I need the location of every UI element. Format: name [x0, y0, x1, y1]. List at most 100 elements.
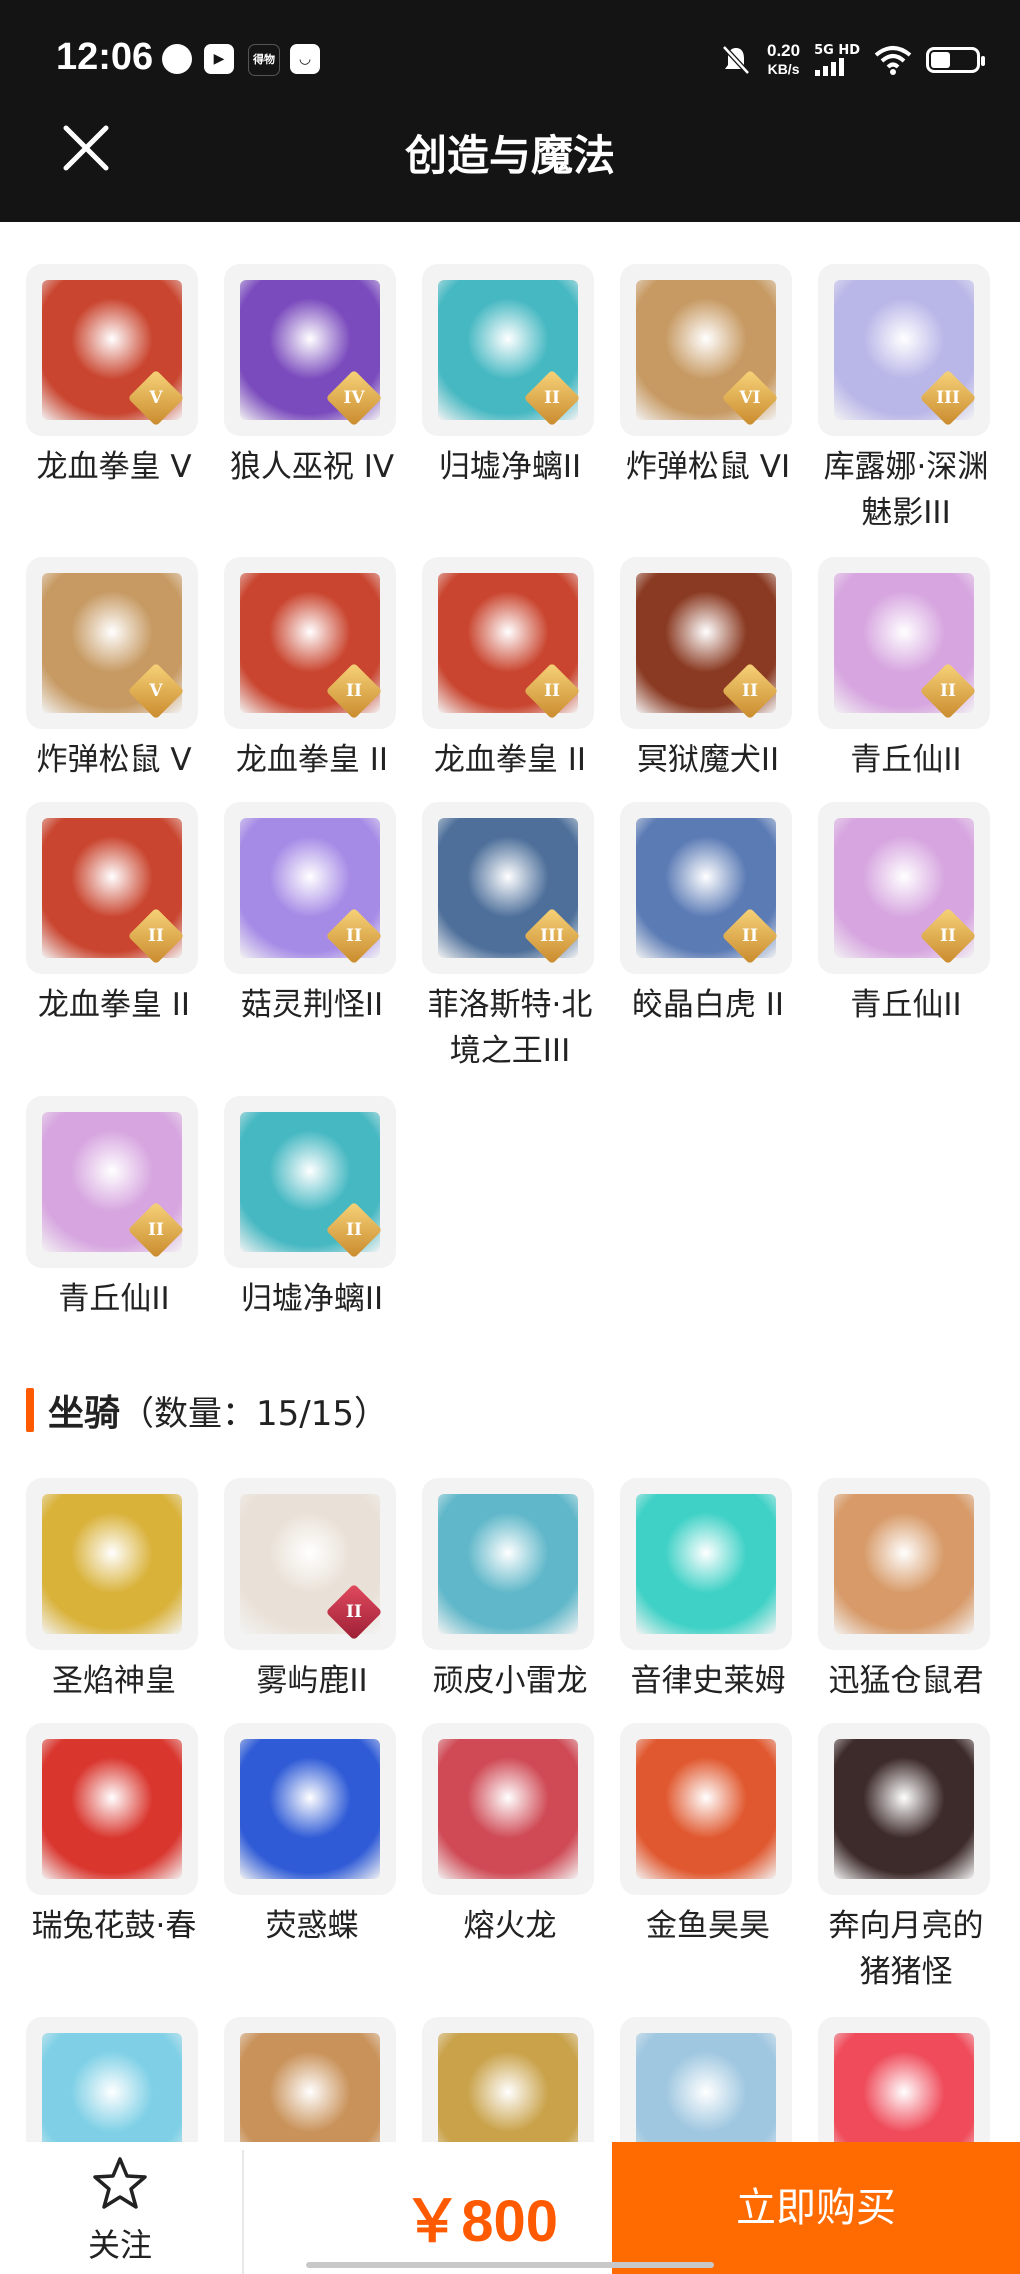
mount-name: 雾屿鹿II — [256, 1663, 368, 1699]
level-badge: II — [325, 662, 383, 720]
status-bar: 12:06 ▶ 得物 ◡ 0.20 KB/s 5G HD — [0, 0, 1020, 118]
level-badge-text: II — [148, 926, 164, 946]
pet-tile[interactable]: II 青丘仙II — [26, 1096, 202, 1322]
buy-now-button[interactable]: 立即购买 — [612, 2142, 1020, 2274]
status-time: 12:06 — [56, 36, 154, 78]
pet-name: 归墟净螭II — [438, 449, 582, 485]
mount-tile[interactable]: 顽皮小雷龙 — [422, 1478, 598, 1704]
pet-tile[interactable]: V 龙血拳皇 V — [26, 264, 202, 490]
pet-name: 青丘仙II — [850, 987, 962, 1023]
mount-card — [620, 1723, 792, 1895]
pet-card: VI — [620, 264, 792, 436]
pet-tile[interactable]: II 皎晶白虎 II — [620, 802, 796, 1028]
mount-thumbnail — [438, 1739, 578, 1879]
level-badge: III — [523, 907, 581, 965]
signal-icon — [815, 58, 845, 76]
level-badge-text: II — [742, 681, 758, 701]
pet-tile[interactable]: II 龙血拳皇 II — [26, 802, 202, 1028]
level-badge-text: II — [346, 1602, 362, 1622]
pet-card: IV — [224, 264, 396, 436]
pet-tile[interactable]: II 归墟净螭II — [422, 264, 598, 490]
pet-card: II — [620, 557, 792, 729]
pet-tile[interactable]: II 冥狱魔犬II — [620, 557, 796, 783]
level-badge-text: II — [544, 681, 560, 701]
pet-name: 菇灵荆怪II — [240, 987, 384, 1023]
media-icon: ▶ — [204, 44, 234, 74]
pet-tile[interactable]: II 龙血拳皇 II — [422, 557, 598, 783]
pet-name: 龙血拳皇 II — [235, 742, 389, 778]
level-badge-text: III — [540, 926, 564, 946]
pet-tile[interactable]: II 青丘仙II — [818, 557, 994, 783]
pet-name: 青丘仙II — [58, 1281, 170, 1317]
pet-card: V — [26, 264, 198, 436]
net-speed: 0.20 KB/s — [767, 42, 800, 78]
mount-tile[interactable]: 荧惑蝶 — [224, 1723, 400, 1949]
level-badge: II — [721, 907, 779, 965]
pet-tile[interactable]: V 炸弹松鼠 V — [26, 557, 202, 783]
battery-icon — [926, 47, 985, 73]
level-badge: V — [127, 662, 185, 720]
mount-card: II — [224, 1478, 396, 1650]
level-badge: IV — [325, 369, 383, 427]
mute-icon — [722, 45, 750, 75]
pet-tile[interactable]: III 菲洛斯特·北境之王III — [422, 802, 598, 1074]
mount-thumbnail — [438, 1494, 578, 1634]
mount-tile[interactable]: II 雾屿鹿II — [224, 1478, 400, 1704]
level-badge-text: VI — [739, 388, 761, 408]
page-title: 创造与魔法 — [404, 131, 615, 180]
pet-name: 库露娜·深渊魅影III — [823, 449, 989, 531]
level-badge: II — [523, 369, 581, 427]
pet-tile[interactable]: VI 炸弹松鼠 VI — [620, 264, 796, 490]
mount-thumbnail — [240, 1739, 380, 1879]
mount-tile[interactable]: 迅猛仓鼠君 — [818, 1478, 994, 1704]
level-badge-text: II — [742, 926, 758, 946]
pet-name: 龙血拳皇 II — [433, 742, 587, 778]
level-badge: II — [127, 1201, 185, 1259]
mount-card — [422, 1478, 594, 1650]
pet-name: 炸弹松鼠 VI — [625, 449, 791, 485]
pet-tile[interactable]: II 菇灵荆怪II — [224, 802, 400, 1028]
level-badge-text: II — [148, 1220, 164, 1240]
level-badge: II — [523, 662, 581, 720]
mount-card — [818, 1723, 990, 1895]
pet-card: V — [26, 557, 198, 729]
pet-tile[interactable]: II 龙血拳皇 II — [224, 557, 400, 783]
pet-card: II — [818, 802, 990, 974]
follow-button[interactable]: 关注 — [0, 2142, 240, 2274]
section-count: （数量：15/15） — [120, 1393, 388, 1434]
pet-tile[interactable]: II 归墟净螭II — [224, 1096, 400, 1322]
level-badge: II — [919, 662, 977, 720]
network-type: 5G HD — [814, 43, 860, 58]
mount-tile[interactable]: 瑞兔花鼓·春 — [26, 1723, 202, 1949]
mount-tile[interactable]: 熔火龙 — [422, 1723, 598, 1949]
level-badge: III — [919, 369, 977, 427]
level-badge-text: IV — [343, 388, 365, 408]
pet-card: II — [224, 1096, 396, 1268]
mount-name: 圣焰神皇 — [52, 1663, 176, 1699]
mount-thumbnail — [834, 1739, 974, 1879]
pet-name: 皎晶白虎 II — [631, 987, 785, 1023]
pet-tile[interactable]: IV 狼人巫祝 IV — [224, 264, 400, 490]
mount-tile[interactable]: 音律史莱姆 — [620, 1478, 796, 1704]
status-indicators: 0.20 KB/s 5G HD — [719, 40, 985, 80]
pet-card: II — [620, 802, 792, 974]
mount-name: 音律史莱姆 — [630, 1663, 786, 1699]
mount-tile[interactable]: 圣焰神皇 — [26, 1478, 202, 1704]
level-badge-text: II — [346, 1220, 362, 1240]
level-badge: VI — [721, 369, 779, 427]
pet-tile[interactable]: II 青丘仙II — [818, 802, 994, 1028]
pet-name: 青丘仙II — [850, 742, 962, 778]
mount-tile[interactable]: 奔向月亮的猪猪怪 — [818, 1723, 994, 1995]
mount-card — [26, 1723, 198, 1895]
level-badge: II — [325, 1583, 383, 1641]
mount-card — [620, 1478, 792, 1650]
pet-card: II — [224, 802, 396, 974]
mount-name: 熔火龙 — [463, 1908, 557, 1944]
pet-tile[interactable]: III 库露娜·深渊魅影III — [818, 264, 994, 536]
mount-tile[interactable]: 金鱼昊昊 — [620, 1723, 796, 1949]
level-badge: V — [127, 369, 185, 427]
section-accent-bar — [26, 1388, 34, 1432]
net-speed-unit: KB/s — [767, 61, 800, 77]
level-badge-text: III — [936, 388, 960, 408]
level-badge-text: II — [346, 681, 362, 701]
